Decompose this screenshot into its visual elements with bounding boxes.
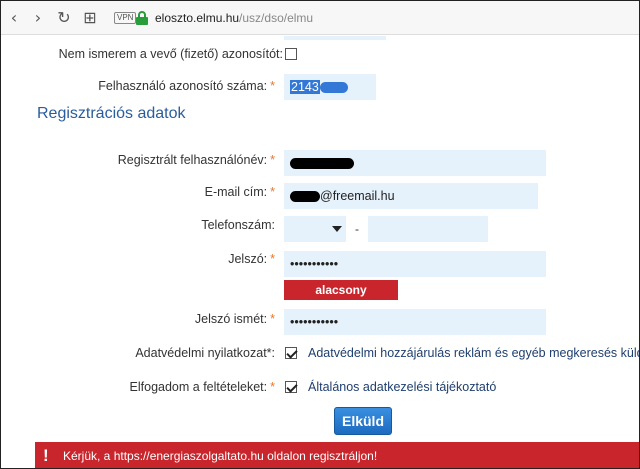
email-field[interactable]: @freemail.hu xyxy=(284,183,538,209)
password-field[interactable]: ••••••••••• xyxy=(284,251,546,277)
section-title: Regisztrációs adatok xyxy=(37,105,186,122)
privacy-link[interactable]: Adatvédelmi hozzájárulás reklám és egyéb… xyxy=(308,346,639,360)
username-label: Regisztrált felhasználónév: * xyxy=(117,153,275,167)
username-field[interactable] xyxy=(284,150,546,176)
user-id-label: Felhasználó azonosító száma: * xyxy=(98,79,275,93)
alert-message: Kérjük, a https://energiaszolgaltato.hu … xyxy=(63,449,378,463)
address-bar[interactable]: eloszto.elmu.hu/usz/dso/elmu xyxy=(155,11,313,25)
unknown-buyer-label: Nem ismerem a vevő (fizető) azonosítót: xyxy=(58,47,283,61)
reload-icon[interactable]: ↻ xyxy=(55,9,73,27)
terms-link[interactable]: Általános adatkezelési tájékoztató xyxy=(308,380,496,394)
email-value: @freemail.hu xyxy=(320,189,395,203)
lock-icon[interactable] xyxy=(136,11,148,25)
url-host: eloszto.elmu.hu xyxy=(155,11,240,25)
exclamation-icon: ! xyxy=(43,446,49,465)
password-again-field[interactable]: ••••••••••• xyxy=(284,309,546,335)
phone-label: Telefonszám: xyxy=(201,218,275,232)
url-path: /usz/dso/elmu xyxy=(239,11,314,25)
password-label: Jelszó: * xyxy=(228,252,275,266)
browser-window: ‹ › ↻ ⊞ VPN eloszto.elmu.hu/usz/dso/elmu… xyxy=(0,0,640,469)
redaction xyxy=(319,82,348,94)
terms-checkbox[interactable] xyxy=(285,381,297,393)
phone-number-field[interactable] xyxy=(368,216,488,242)
email-label: E-mail cím: * xyxy=(204,185,275,199)
back-icon[interactable]: ‹ xyxy=(5,9,23,27)
password-again-label: Jelszó ismét: * xyxy=(194,312,275,326)
unknown-buyer-checkbox[interactable] xyxy=(285,48,297,60)
partial-input[interactable] xyxy=(284,36,386,40)
submit-button[interactable]: Elküld xyxy=(334,407,392,435)
terms-label: Elfogadom a feltételeket: * xyxy=(129,380,275,394)
browser-toolbar: ‹ › ↻ ⊞ VPN eloszto.elmu.hu/usz/dso/elmu xyxy=(1,1,639,35)
redaction xyxy=(290,158,354,170)
vpn-badge[interactable]: VPN xyxy=(114,12,137,24)
password-strength-badge: alacsony xyxy=(284,280,398,300)
password-value: ••••••••••• xyxy=(290,257,339,271)
phone-separator: - xyxy=(355,222,359,236)
user-id-field[interactable]: 2143 xyxy=(284,74,376,100)
chevron-down-icon[interactable] xyxy=(332,226,342,232)
user-id-value: 2143 xyxy=(290,80,320,94)
error-alert: ! Kérjük, a https://energiaszolgaltato.h… xyxy=(35,442,639,468)
grid-icon[interactable]: ⊞ xyxy=(81,9,99,27)
privacy-checkbox[interactable] xyxy=(285,347,297,359)
privacy-label: Adatvédelmi nyilatkozat*: xyxy=(135,346,275,360)
password-again-value: ••••••••••• xyxy=(290,315,339,329)
redaction xyxy=(290,191,320,203)
forward-icon[interactable]: › xyxy=(29,9,47,27)
